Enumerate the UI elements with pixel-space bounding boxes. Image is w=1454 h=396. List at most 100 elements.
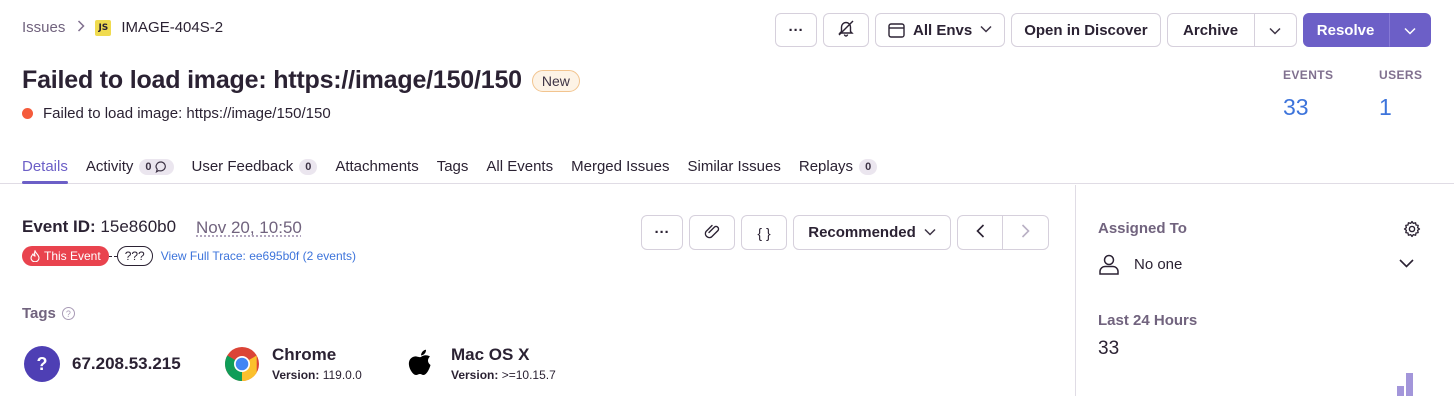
view-full-trace-link[interactable]: View Full Trace: ee695b0f (2 events) — [161, 249, 356, 263]
chevron-down-icon — [924, 227, 936, 239]
tab-activity[interactable]: Activity 0 — [86, 149, 174, 184]
event-selector-label: Recommended — [808, 224, 916, 241]
sparkline-bar — [1406, 373, 1413, 396]
issue-tabs: Details Activity 0 User Feedback 0 Attac… — [22, 149, 895, 184]
tab-all-events[interactable]: All Events — [486, 149, 553, 184]
context-browser[interactable]: Chrome Version: 119.0.0 — [224, 345, 362, 382]
context-browser-version: Version: 119.0.0 — [272, 368, 362, 382]
tab-merged-issues-label: Merged Issues — [571, 158, 670, 175]
settings-gear-icon[interactable] — [1403, 220, 1421, 243]
users-stat: USERS 1 — [1379, 68, 1422, 121]
browser-version-value: 119.0.0 — [322, 368, 362, 382]
unknown-event-badge[interactable]: ??? — [116, 246, 153, 266]
issue-short-id: IMAGE-404S-2 — [121, 19, 224, 36]
event-timestamp[interactable]: Nov 20, 10:50 — [196, 218, 302, 238]
last-24-hours-header: Last 24 Hours — [1098, 312, 1198, 329]
view-json-button[interactable]: { } — [741, 215, 787, 250]
users-stat-value[interactable]: 1 — [1379, 94, 1422, 121]
archive-button[interactable]: Archive — [1166, 13, 1255, 47]
assignee-selector[interactable]: No one — [1098, 253, 1414, 275]
tab-user-feedback[interactable]: User Feedback 0 — [192, 149, 318, 184]
environment-label: All Envs — [913, 21, 973, 39]
chevron-left-icon — [975, 223, 985, 242]
archive-button-group: Archive — [1166, 13, 1297, 47]
chevron-down-icon — [1269, 22, 1281, 39]
more-actions-button[interactable]: ··· — [775, 13, 817, 47]
previous-event-button[interactable] — [957, 215, 1003, 250]
tab-replays[interactable]: Replays 0 — [798, 149, 878, 184]
user-unknown-icon: ? — [24, 346, 60, 382]
context-browser-name: Chrome — [272, 345, 337, 364]
mute-notifications-button[interactable] — [823, 13, 869, 47]
events-stat: EVENTS 33 — [1283, 68, 1333, 121]
tab-activity-count: 0 — [139, 158, 174, 175]
this-event-label: This Event — [44, 249, 101, 263]
ellipsis-icon: ··· — [788, 21, 804, 39]
archive-options-button[interactable] — [1254, 13, 1297, 47]
status-badge: New — [531, 69, 580, 92]
chat-icon — [155, 160, 166, 173]
os-version-value: >=10.15.7 — [501, 368, 556, 382]
tab-replays-count: 0 — [859, 158, 878, 175]
breadcrumb-issues-link[interactable]: Issues — [22, 19, 65, 36]
environment-selector[interactable]: All Envs — [875, 13, 1006, 47]
issue-title-row: Failed to load image: https://image/150/… — [22, 66, 580, 95]
context-os-name: Mac OS X — [451, 345, 530, 364]
resolve-button-group: Resolve — [1302, 13, 1431, 47]
paperclip-icon — [703, 222, 721, 244]
chevron-down-icon — [1399, 255, 1414, 272]
context-os[interactable]: Mac OS X Version: >=10.15.7 — [403, 345, 556, 382]
trace-connector — [108, 255, 117, 257]
tab-similar-issues[interactable]: Similar Issues — [688, 149, 781, 184]
tab-tags-label: Tags — [436, 158, 469, 175]
tab-tags[interactable]: Tags — [437, 149, 469, 184]
avatar: ? — [24, 346, 60, 382]
resolve-button[interactable]: Resolve — [1302, 13, 1389, 47]
error-level-indicator — [22, 108, 33, 119]
chevron-right-icon — [1021, 223, 1030, 242]
this-event-badge: This Event — [22, 246, 109, 266]
issue-header: Issues JS IMAGE-404S-2 ··· All Envs Open… — [0, 0, 1454, 184]
user-icon — [1098, 253, 1120, 275]
tab-details[interactable]: Details — [22, 149, 68, 184]
issue-title: Failed to load image: https://image/150/… — [22, 66, 522, 94]
breadcrumb: Issues JS IMAGE-404S-2 — [22, 19, 223, 36]
event-details-panel: Event ID: 15e860b0 Nov 20, 10:50 This Ev… — [0, 185, 1076, 396]
javascript-platform-icon: JS — [95, 19, 112, 36]
activity-count-value: 0 — [145, 160, 152, 173]
tags-header-label: Tags — [22, 305, 56, 322]
tab-attachments-label: Attachments — [335, 158, 419, 175]
next-event-button[interactable] — [1003, 215, 1049, 250]
bell-off-icon — [837, 19, 855, 41]
event-id: Event ID: 15e860b0 — [22, 217, 176, 237]
event-more-button[interactable]: ··· — [641, 215, 683, 250]
resolve-options-button[interactable] — [1388, 13, 1431, 47]
tab-merged-issues[interactable]: Merged Issues — [571, 149, 669, 184]
context-os-version: Version: >=10.15.7 — [451, 368, 556, 382]
fire-icon — [30, 250, 40, 262]
window-icon — [888, 22, 905, 38]
copy-link-button[interactable] — [689, 215, 735, 250]
assignee-name: No one — [1134, 255, 1183, 273]
event-navigation — [957, 215, 1049, 250]
tags-section-header: Tags ? — [22, 305, 75, 322]
issue-actions: ··· All Envs Open in Discover Archive Re… — [775, 13, 1437, 47]
events-stat-value[interactable]: 33 — [1283, 94, 1333, 121]
tab-attachments[interactable]: Attachments — [335, 149, 418, 184]
context-user[interactable]: ? 67.208.53.215 — [24, 346, 181, 382]
event-id-value[interactable]: 15e860b0 — [100, 217, 176, 236]
users-stat-label: USERS — [1379, 68, 1423, 82]
version-label: Version: — [451, 368, 499, 382]
chevron-right-icon — [77, 19, 85, 36]
event-id-label: Event ID: — [22, 217, 96, 236]
trace-row: This Event ??? View Full Trace: ee695b0f… — [22, 246, 356, 266]
context-user-ip: 67.208.53.215 — [72, 354, 181, 373]
event-sparkline — [1397, 371, 1415, 396]
event-selector-dropdown[interactable]: Recommended — [793, 215, 951, 250]
version-label: Version: — [272, 368, 320, 382]
help-icon[interactable]: ? — [61, 307, 75, 320]
tab-all-events-label: All Events — [486, 158, 554, 175]
tab-replays-label: Replays — [798, 158, 854, 175]
open-in-discover-button[interactable]: Open in Discover — [1011, 13, 1161, 47]
issue-sidebar: Assigned To No one Last 24 Hours 33 — [1077, 185, 1454, 396]
